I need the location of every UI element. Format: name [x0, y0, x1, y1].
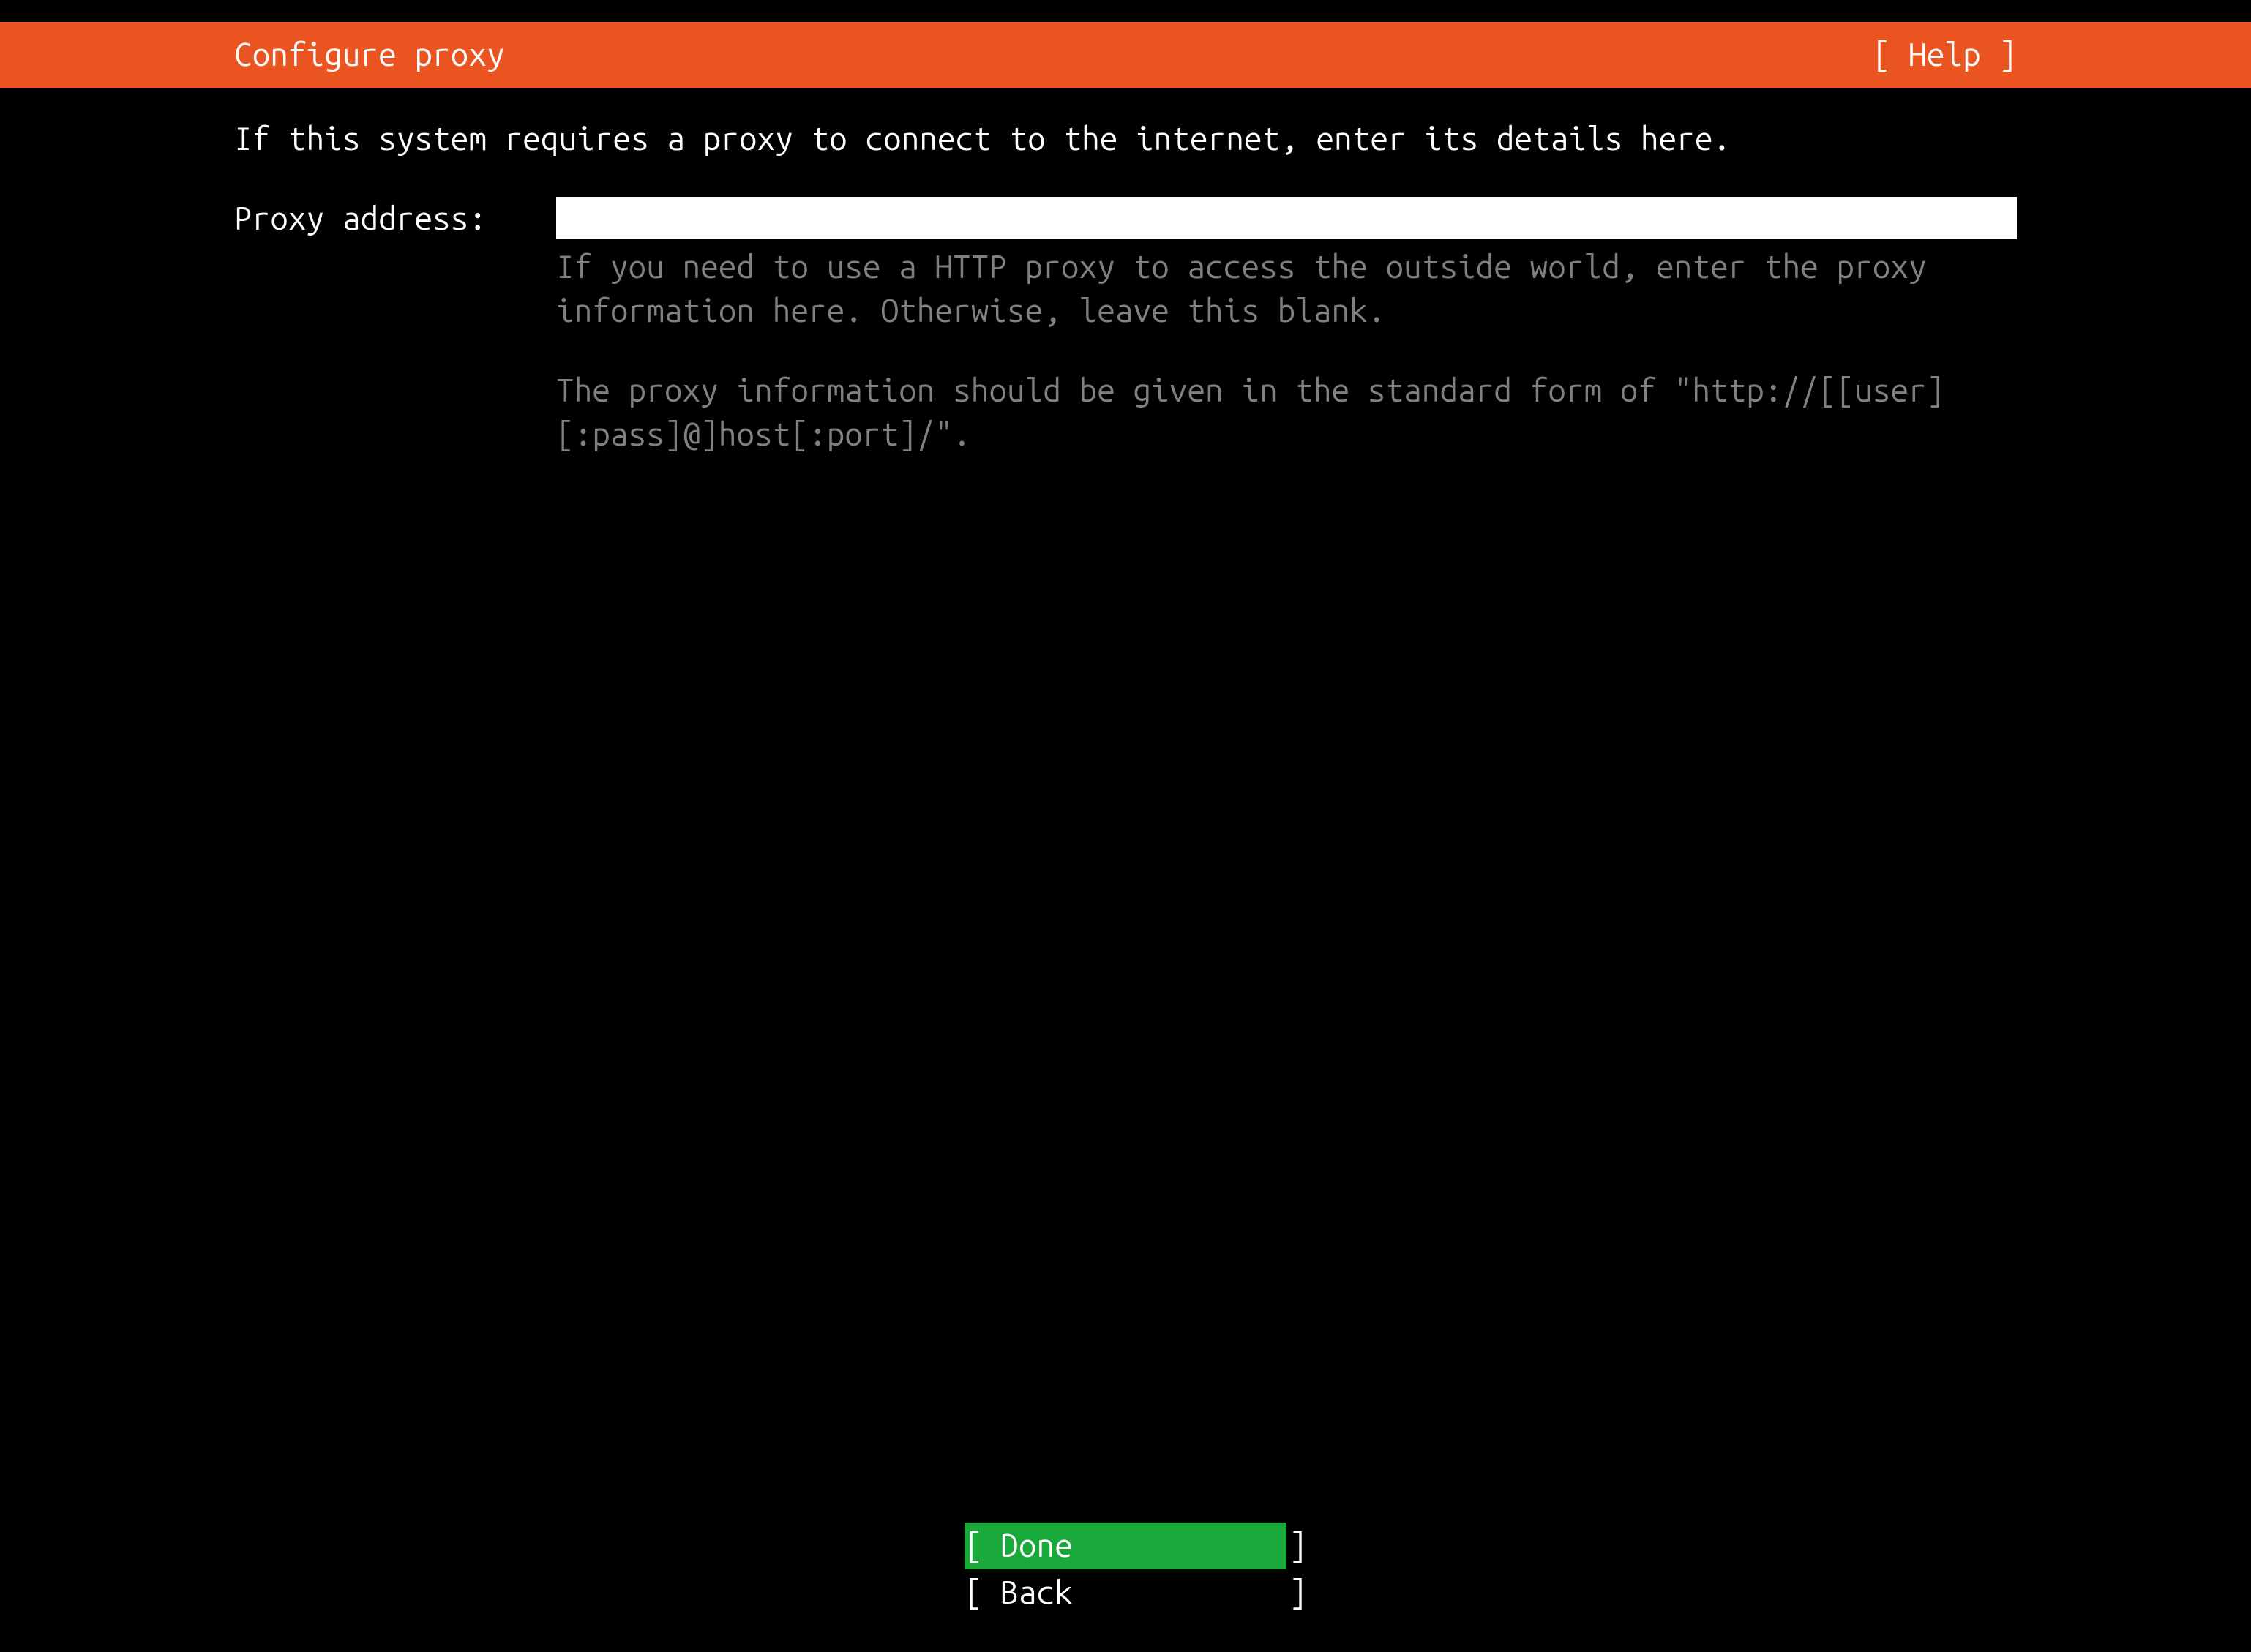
content-area: If this system requires a proxy to conne…: [0, 88, 2251, 1523]
done-button[interactable]: [ Done ]: [965, 1523, 1286, 1569]
intro-text: If this system requires a proxy to conne…: [234, 117, 2017, 160]
proxy-field-column: If you need to use a HTTP proxy to acces…: [556, 197, 2017, 456]
page-title: Configure proxy: [234, 33, 505, 76]
proxy-address-input[interactable]: [556, 197, 2017, 239]
help-button[interactable]: [ Help ]: [1873, 33, 2017, 76]
proxy-address-label: Proxy address:: [234, 197, 527, 240]
header-bar: Configure proxy [ Help ]: [0, 22, 2251, 88]
button-area: [ Done ] [ Back ]: [0, 1523, 2251, 1652]
proxy-help-text-1: If you need to use a HTTP proxy to acces…: [556, 245, 2017, 332]
proxy-help-text-2: The proxy information should be given in…: [556, 369, 2017, 456]
proxy-field-row: Proxy address: If you need to use a HTTP…: [234, 197, 2017, 456]
back-button[interactable]: [ Back ]: [965, 1569, 1286, 1615]
installer-screen: Configure proxy [ Help ] If this system …: [0, 0, 2251, 1652]
